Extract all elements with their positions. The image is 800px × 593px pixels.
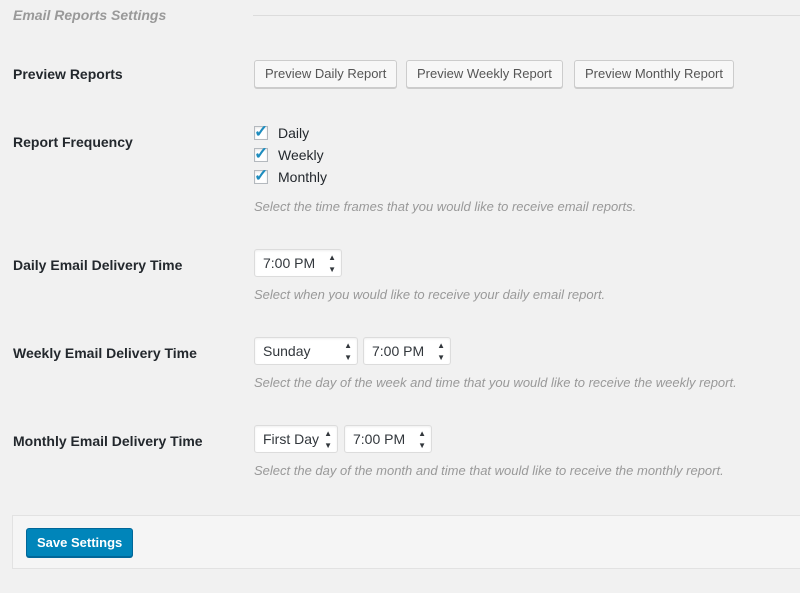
weekly-time-select[interactable]: 7:00 PM ▲ ▼ [363,337,451,365]
monthly-checkbox-label: Monthly [278,169,328,185]
frequency-monthly-option[interactable]: ✓ Monthly [254,166,328,186]
daily-time-value: 7:00 PM [263,255,316,271]
monthly-time-value: 7:00 PM [353,431,406,447]
weekly-checkbox[interactable]: ✓ [254,144,268,163]
preview-daily-report-button[interactable]: Preview Daily Report [254,60,398,88]
daily-checkbox[interactable]: ✓ [254,122,268,141]
weekly-day-value: Sunday [263,343,311,359]
preview-reports-label: Preview Reports [13,66,123,82]
updown-arrows-icon: ▲ ▼ [437,341,445,362]
updown-arrows-icon: ▲ ▼ [324,429,332,450]
report-frequency-label: Report Frequency [13,134,133,150]
daily-time-select[interactable]: 7:00 PM ▲ ▼ [254,249,342,277]
daily-checkbox-label: Daily [278,125,310,141]
checkmark-icon: ✓ [254,166,269,185]
preview-monthly-report-button[interactable]: Preview Monthly Report [574,60,734,88]
monthly-delivery-label: Monthly Email Delivery Time [13,433,203,449]
updown-arrows-icon: ▲ ▼ [418,429,426,450]
checkmark-icon: ✓ [254,144,269,163]
weekly-day-select[interactable]: Sunday ▲ ▼ [254,337,358,365]
frequency-weekly-option[interactable]: ✓ Weekly [254,144,324,164]
checkmark-icon: ✓ [254,122,269,141]
daily-description: Select when you would like to receive yo… [254,287,606,302]
monthly-day-value: First Day [263,431,319,447]
updown-arrows-icon: ▲ ▼ [344,341,352,362]
frequency-description: Select the time frames that you would li… [254,199,637,214]
frequency-daily-option[interactable]: ✓ Daily [254,122,310,142]
save-settings-button[interactable]: Save Settings [26,528,134,557]
monthly-description: Select the day of the month and time tha… [254,463,724,478]
monthly-day-select[interactable]: First Day ▲ ▼ [254,425,338,453]
weekly-delivery-label: Weekly Email Delivery Time [13,345,197,361]
weekly-description: Select the day of the week and time that… [254,375,737,390]
weekly-checkbox-label: Weekly [278,147,324,163]
preview-weekly-report-button[interactable]: Preview Weekly Report [406,60,563,88]
monthly-checkbox[interactable]: ✓ [254,166,268,185]
title-divider [253,15,800,16]
monthly-time-select[interactable]: 7:00 PM ▲ ▼ [344,425,432,453]
weekly-time-value: 7:00 PM [372,343,425,359]
section-title: Email Reports Settings [13,7,167,23]
daily-delivery-label: Daily Email Delivery Time [13,257,183,273]
updown-arrows-icon: ▲ ▼ [328,253,336,274]
